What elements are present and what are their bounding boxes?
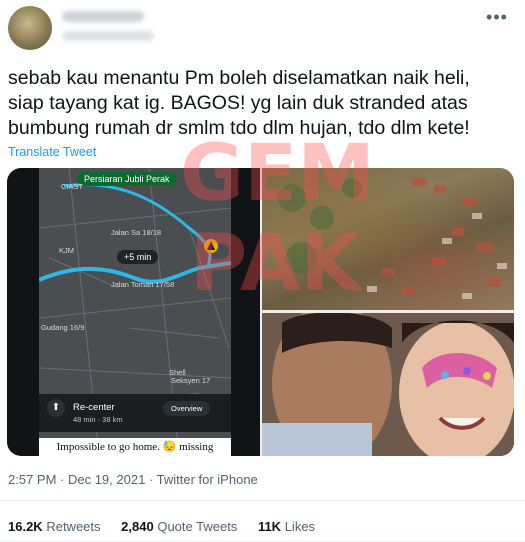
- street-label: Jalan Toman 17/58: [111, 280, 175, 289]
- tweet-timestamp[interactable]: 2:57 PM · Dec 19, 2021 · Twitter for iPh…: [8, 472, 258, 487]
- eta-delta-badge: +5 min: [117, 250, 159, 264]
- recenter-label[interactable]: Re-center: [73, 402, 115, 413]
- divider: [0, 500, 525, 501]
- likes-stat[interactable]: 11K Likes: [258, 519, 315, 534]
- aerial-rooftops: [278, 178, 507, 299]
- author-avatar[interactable]: [8, 6, 52, 50]
- tweet-media-grid[interactable]: Persiaran Jubli Perak +5 min CIAST Jalan…: [7, 168, 514, 456]
- author-name-blurred[interactable]: [62, 11, 144, 22]
- face-paint-photo[interactable]: [262, 313, 514, 456]
- author-handle-blurred[interactable]: [62, 31, 154, 41]
- photo-subjects: [262, 313, 514, 456]
- street-label: Seksyen 17: [171, 376, 211, 385]
- map-screenshot-image[interactable]: Persiaran Jubli Perak +5 min CIAST Jalan…: [7, 168, 260, 456]
- destination-label: Persiaran Jubli Perak: [77, 172, 177, 186]
- more-horizontal-icon[interactable]: •••: [484, 6, 510, 30]
- retweets-stat[interactable]: 16.2K Retweets: [8, 519, 101, 534]
- map-view: Persiaran Jubli Perak +5 min CIAST Jalan…: [39, 168, 231, 456]
- aerial-flood-photo[interactable]: [262, 168, 514, 310]
- translate-tweet-link[interactable]: Translate Tweet: [8, 145, 96, 159]
- street-label: Gudang 16/9: [41, 323, 85, 332]
- tweet-text: sebab kau menantu Pm boleh diselamatkan …: [8, 67, 470, 139]
- street-label: CIAST: [61, 182, 84, 191]
- overview-button[interactable]: Overview: [163, 401, 211, 416]
- quote-tweets-stat[interactable]: 2,840 Quote Tweets: [121, 519, 237, 534]
- navigation-arrow-icon[interactable]: ⬆: [47, 399, 65, 417]
- street-label: Jalan Sa 18/18: [111, 228, 162, 237]
- engagement-stats: 16.2K Retweets 2,840 Quote Tweets 11K Li…: [8, 519, 332, 534]
- street-label: KJM: [59, 246, 74, 255]
- eta-summary: 48 min · 38 km: [73, 415, 123, 424]
- story-caption: Impossible to go home. 😓 missing: [39, 438, 231, 456]
